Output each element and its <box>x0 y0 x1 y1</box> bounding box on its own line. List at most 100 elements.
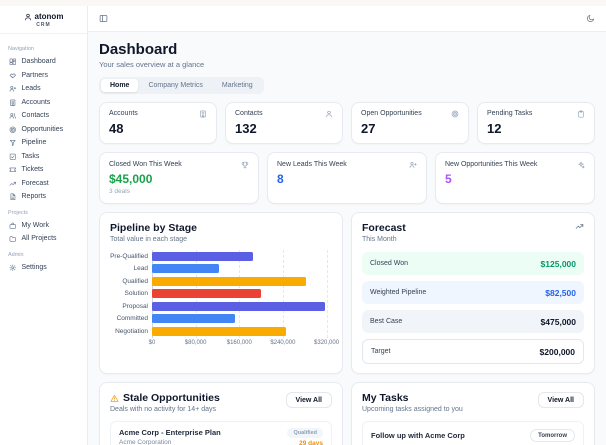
stale-view-all-button[interactable]: View All <box>285 392 332 408</box>
chart-plot-area <box>152 250 332 338</box>
chart-bar-lead <box>152 264 219 274</box>
x-axis-tick-label: $0 <box>148 339 156 346</box>
tab-company-metrics[interactable]: Company Metrics <box>139 79 211 92</box>
dashboard-tabs: Home Company Metrics Marketing <box>99 77 264 94</box>
panel-title: My Tasks <box>362 392 409 404</box>
x-axis-tick-label: $320,000 <box>314 339 340 346</box>
forecast-value: $475,000 <box>540 316 576 327</box>
dashboard-content: Dashboard Your sales overview at a glanc… <box>88 32 606 445</box>
trending-up-icon <box>575 222 584 231</box>
chart-category-labels: Pre-Qualified Lead Qualified Solution Propos… <box>110 250 152 338</box>
category-label: Pre-Qualified <box>110 252 148 260</box>
category-label: Negotiation <box>115 327 148 335</box>
sidebar-section-navigation: Navigation <box>8 46 34 52</box>
sidebar-item-label: Pipeline <box>21 139 47 147</box>
sidebar-item-all-projects[interactable]: All Projects <box>6 232 81 246</box>
panel-subtitle: Upcoming tasks assigned to you <box>362 406 463 413</box>
building-icon <box>199 110 207 118</box>
stat-value: 8 <box>277 172 284 186</box>
forecast-label: Weighted Pipeline <box>370 289 427 296</box>
theme-toggle-moon-icon[interactable] <box>586 14 595 23</box>
forecast-label: Best Case <box>370 318 403 325</box>
panel-subtitle: Deals with no activity for 14+ days <box>110 406 217 413</box>
tasks-view-all-button[interactable]: View All <box>537 392 584 408</box>
panel-title: Stale Opportunities <box>123 392 220 404</box>
sidebar-item-leads[interactable]: Leads <box>6 82 81 96</box>
sidebar-item-reports[interactable]: Reports <box>6 190 81 204</box>
topbar <box>88 6 606 32</box>
sidebar-item-tickets[interactable]: Tickets <box>6 163 81 177</box>
x-axis-tick-label: $160,000 <box>226 339 252 346</box>
middle-panels-row: Pipeline by Stage Total value in each st… <box>99 212 595 374</box>
sidebar-item-accounts[interactable]: Accounts <box>6 96 81 110</box>
opportunity-company: Acme Corporation <box>119 439 172 445</box>
sidebar-item-label: Forecast <box>21 179 49 187</box>
forecast-label: Closed Won <box>370 260 409 267</box>
logo-text: atonom <box>34 12 64 21</box>
forecast-value: $200,000 <box>539 346 575 357</box>
panel-subtitle: This Month <box>362 236 397 243</box>
card-closed-won-week: Closed Won This Week $45,000 3 deals <box>99 152 259 204</box>
tab-home[interactable]: Home <box>101 79 139 92</box>
sidebar-toggle-icon[interactable] <box>99 14 108 23</box>
stat-label: Closed Won This Week <box>109 161 182 168</box>
task-name: Follow up with Acme Corp <box>371 431 465 440</box>
sidebar-item-label: Partners <box>21 71 48 79</box>
stale-opportunity-row[interactable]: Acme Corp - Enterprise Plan Acme Corpora… <box>110 421 332 445</box>
sidebar-item-label: Tickets <box>21 166 44 174</box>
forecast-panel: Forecast This Month Closed Won $125,000 … <box>351 212 595 374</box>
sidebar-item-label: Reports <box>21 193 47 201</box>
x-axis-tick-label: $80,000 <box>184 339 207 346</box>
sidebar-item-opportunities[interactable]: Opportunities <box>6 123 81 137</box>
accounts-icon <box>9 99 17 107</box>
tab-marketing[interactable]: Marketing <box>213 79 262 92</box>
leads-icon <box>9 85 17 93</box>
forecast-row-weighted-pipeline: Weighted Pipeline $82,500 <box>362 281 584 304</box>
sidebar-item-tasks[interactable]: Tasks <box>6 150 81 164</box>
sidebar-item-contacts[interactable]: Contacts <box>6 109 81 123</box>
stat-label: Contacts <box>235 110 263 117</box>
sidebar-item-settings[interactable]: Settings <box>6 261 81 275</box>
stat-label: Open Opportunities <box>361 110 422 117</box>
contacts-icon <box>9 112 17 120</box>
days-stale: 29 days <box>299 439 323 445</box>
tasks-icon <box>9 153 17 161</box>
category-label: Solution <box>124 290 149 298</box>
chart-bar-committed <box>152 314 236 324</box>
sidebar-item-my-work[interactable]: My Work <box>6 219 81 233</box>
stage-badge: Qualified <box>287 427 323 438</box>
stat-label: Pending Tasks <box>487 110 533 117</box>
user-icon <box>325 110 333 118</box>
sidebar-item-pipeline[interactable]: Pipeline <box>6 136 81 150</box>
panel-title: Pipeline by Stage <box>110 222 197 234</box>
sidebar-item-label: Leads <box>21 85 41 93</box>
pipeline-icon <box>9 139 17 147</box>
forecast-row-closed-won: Closed Won $125,000 <box>362 252 584 275</box>
warning-icon <box>110 394 119 403</box>
sidebar-item-forecast[interactable]: Forecast <box>6 177 81 191</box>
sidebar: atonom CRM Navigation Dashboard Partners… <box>0 6 88 445</box>
clipboard-icon <box>577 110 585 118</box>
sidebar-item-dashboard[interactable]: Dashboard <box>6 55 81 69</box>
main-area: Dashboard Your sales overview at a glanc… <box>88 6 606 445</box>
page-title: Dashboard <box>99 41 178 58</box>
pipeline-bar-chart: Pre-Qualified Lead Qualified Solution Propos… <box>110 250 339 348</box>
task-row[interactable]: Follow up with Acme Corp Tomorrow <box>362 421 584 445</box>
category-label: Committed <box>116 315 148 323</box>
panel-subtitle: Total value in each stage <box>110 236 188 243</box>
stat-card-pending-tasks: Pending Tasks 12 <box>477 102 595 144</box>
logo-subtext: CRM <box>36 22 51 28</box>
sidebar-item-partners[interactable]: Partners <box>6 69 81 83</box>
due-badge: Tomorrow <box>530 429 575 442</box>
stat-value: 48 <box>109 121 124 136</box>
forecast-row-target: Target $200,000 <box>362 339 584 364</box>
chart-bar-qualified <box>152 276 307 286</box>
app-window: atonom CRM Navigation Dashboard Partners… <box>0 6 606 445</box>
category-label: Proposal <box>122 302 148 310</box>
sparkles-icon <box>577 161 585 169</box>
stat-subtext: 3 deals <box>109 188 130 195</box>
stat-card-contacts: Contacts 132 <box>225 102 343 144</box>
sidebar-item-label: Contacts <box>21 112 50 120</box>
chart-bar-negotiation <box>152 326 286 336</box>
sidebar-item-label: Accounts <box>21 98 51 106</box>
